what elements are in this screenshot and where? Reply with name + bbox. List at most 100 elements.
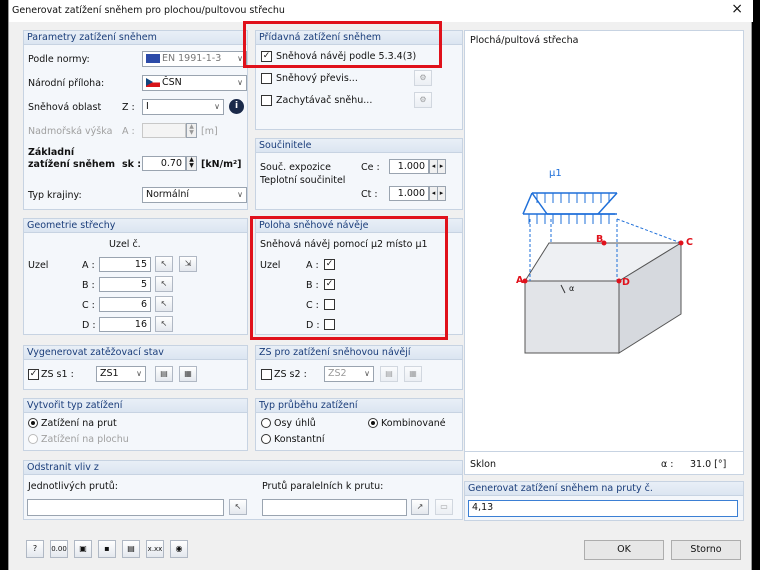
generate-members-group: Generovat zatížení sněhem na pruty č. 4,… [464, 481, 744, 521]
single-members-pick-icon[interactable]: ↖ [229, 499, 247, 515]
node-b-pick-icon[interactable]: ↖ [155, 276, 173, 292]
loadcase-checkbox[interactable]: ✓ [28, 369, 39, 380]
zone-symbol: Z : [122, 102, 135, 113]
node-a-input[interactable]: 15 [99, 257, 151, 272]
constant-label: Konstantní [274, 434, 325, 445]
precision-icon[interactable]: x.xx [146, 540, 164, 558]
node-c-pick-icon[interactable]: ↖ [155, 296, 173, 312]
units-icon[interactable]: 0.00 [50, 540, 68, 558]
parallel-members-input[interactable] [262, 499, 407, 516]
remove-influence-header: Odstranit vliv z [24, 461, 462, 475]
generate-loadcase-group: Vygenerovat zatěžovací stav ✓ ZS s1 : ZS… [23, 345, 248, 390]
annex-select[interactable]: ČSN ∨ [142, 75, 247, 91]
snow-params-group: Parametry zatížení sněhem Podle normy: E… [23, 30, 248, 210]
base-load-label-2: zatížení sněhem [28, 159, 116, 170]
overhang-checkbox[interactable] [261, 73, 272, 84]
new-loadcase-icon[interactable]: ▤ [155, 366, 173, 382]
member-load-radio[interactable] [28, 418, 38, 428]
snow-guard-checkbox[interactable] [261, 95, 272, 106]
combined-label: Kombinované [381, 418, 446, 429]
parallel-members-pick-icon[interactable]: ↗ [411, 499, 429, 515]
member-load-label: Zatížení na prut [41, 418, 117, 429]
thermal-input[interactable]: 1.000 [389, 186, 429, 201]
base-load-spinner[interactable]: ▲ ▼ [186, 156, 197, 171]
view-icon[interactable]: ◉ [170, 540, 188, 558]
node-a-pick-icon[interactable]: ↖ [155, 256, 173, 272]
node-b-label: B : [82, 280, 95, 291]
edit-drift-loadcase-icon: ▦ [404, 366, 422, 382]
slope-label: Sklon [470, 459, 497, 470]
norm-label: Podle normy: [28, 54, 90, 65]
terrain-label: Typ krajiny: [28, 190, 82, 201]
exposure-label: Souč. expozice [260, 162, 331, 173]
terrain-select[interactable]: Normální ∨ [142, 187, 247, 203]
single-members-input[interactable] [27, 499, 224, 516]
slope-symbol: α : [661, 459, 674, 470]
close-icon[interactable]: × [731, 1, 743, 17]
help-icon[interactable]: ? [26, 540, 44, 558]
roof-geometry-group: Geometrie střechy Uzel č. Uzel A : 15 ↖ … [23, 218, 248, 335]
ok-button[interactable]: OK [584, 540, 664, 560]
drift-loadcase-group: ZS pro zatížení sněhovou návějí ZS s2 : … [255, 345, 463, 390]
node-d-pick-icon[interactable]: ↖ [155, 316, 173, 332]
exposure-input[interactable]: 1.000 [389, 159, 429, 174]
generate-members-header: Generovat zatížení sněhem na pruty č. [465, 482, 743, 496]
alpha-label: α [569, 284, 575, 293]
new-drift-loadcase-icon: ▤ [380, 366, 398, 382]
roof-diagram [522, 192, 684, 354]
title-bar: Generovat zatížení sněhem pro plochou/pu… [9, 0, 753, 22]
loadcase-select[interactable]: ZS1 ∨ [96, 366, 146, 382]
constant-radio[interactable] [261, 434, 271, 444]
dialog-window: Generovat zatížení sněhem pro plochou/pu… [8, 0, 753, 570]
drift-loadcase-label: ZS s2 : [274, 369, 307, 380]
cancel-button[interactable]: Storno [671, 540, 741, 560]
combined-radio[interactable] [368, 418, 378, 428]
parallel-members-clear-icon: ▭ [435, 499, 453, 515]
norm-select: EN 1991-1-3 ∨ [142, 51, 247, 67]
snow-guard-label: Zachytávač sněhu... [276, 95, 373, 106]
node-c-input[interactable]: 6 [99, 297, 151, 312]
preview-divider [465, 451, 743, 452]
mu1-label: μ1 [549, 168, 562, 179]
drift-loadcase-checkbox[interactable] [261, 369, 272, 380]
node-b-input[interactable]: 5 [99, 277, 151, 292]
base-load-unit: [kN/m²] [201, 159, 242, 170]
roof-geometry-header: Geometrie střechy [24, 219, 247, 233]
node-c-label: C : [82, 300, 95, 311]
altitude-symbol: A : [122, 126, 135, 137]
angle-axes-radio[interactable] [261, 418, 271, 428]
drift-loadcase-header: ZS pro zatížení sněhovou návějí [256, 346, 462, 360]
thermal-spin-up[interactable]: ▸ [437, 186, 446, 201]
single-members-label: Jednotlivých prutů: [28, 481, 118, 492]
exposure-spin-up[interactable]: ▸ [437, 159, 446, 174]
base-load-input[interactable]: 0.70 [142, 156, 186, 171]
snow-params-header: Parametry zatížení sněhem [24, 31, 247, 45]
thermal-label: Teplotní součinitel [260, 175, 346, 186]
zone-select[interactable]: I ∨ [142, 99, 224, 115]
exposure-symbol: Ce : [361, 162, 380, 173]
window-title: Generovat zatížení sněhem pro plochou/pu… [12, 5, 285, 16]
edit-loadcase-icon[interactable]: ▦ [179, 366, 197, 382]
point-d-label: D [622, 277, 630, 288]
node-row-label: Uzel [28, 260, 49, 271]
altitude-label: Nadmořská výška [28, 126, 113, 137]
open-folder-icon[interactable]: ▣ [74, 540, 92, 558]
annex-label: Národní příloha: [28, 78, 105, 89]
generate-members-input[interactable]: 4,13 [468, 500, 738, 517]
node-a-select-icon[interactable]: ⇲ [179, 256, 197, 272]
overhang-settings-icon: ⚙ [414, 70, 432, 86]
coefficients-group: Součinitele Souč. expozice Ce : 1.000 ◂ … [255, 138, 463, 210]
load-defaults-icon[interactable]: ▤ [122, 540, 140, 558]
load-type-header: Vytvořit typ zatížení [24, 399, 247, 413]
snow-load-arrows [528, 193, 610, 224]
node-d-input[interactable]: 16 [99, 317, 151, 332]
altitude-input [142, 123, 186, 138]
zone-label: Sněhová oblast [28, 102, 102, 113]
coefficients-header: Součinitele [256, 139, 462, 153]
point-b-label: B [596, 234, 604, 245]
load-type-group: Vytvořit typ zatížení Zatížení na prut Z… [23, 398, 248, 451]
surface-load-radio [28, 434, 38, 444]
generate-loadcase-header: Vygenerovat zatěžovací stav [24, 346, 247, 360]
save-icon[interactable]: ▪ [98, 540, 116, 558]
info-icon[interactable]: i [229, 99, 244, 114]
